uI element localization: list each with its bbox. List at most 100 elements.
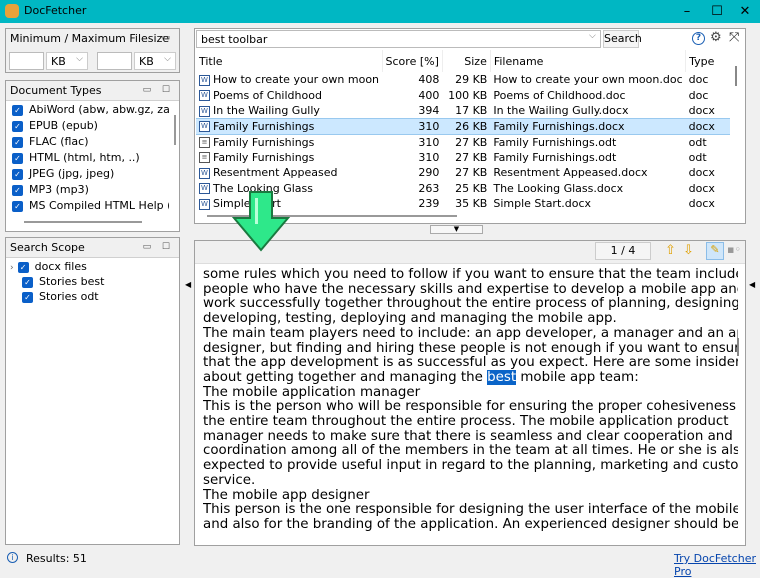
cell-size: 27 KB: [455, 135, 488, 149]
checkbox-checked-icon[interactable]: ✓: [17, 261, 29, 273]
table-row[interactable]: ≡ Family Furnishings 310 27 KB Family Furnis…: [196, 134, 730, 150]
column-header[interactable]: Score [%]: [382, 50, 443, 72]
min-filesize-input[interactable]: [9, 52, 44, 70]
chevron-down-icon: ⌵: [164, 54, 171, 64]
panel-title: Document Types: [10, 84, 102, 97]
scrollbar-vertical[interactable]: [174, 115, 176, 145]
document-type-item[interactable]: ✓MS Compiled HTML Help (chm: [6, 198, 169, 213]
scope-item[interactable]: ✓ Stories odt: [6, 289, 179, 304]
cell-filename: In the Wailing Gully.docx: [493, 104, 629, 117]
search-match-highlight: best: [487, 369, 517, 385]
column-header[interactable]: Title: [196, 50, 383, 72]
collapse-right-icon[interactable]: ◀: [749, 280, 755, 289]
table-row[interactable]: W Poems of Childhood 400 100 KB Poems of Chi…: [196, 88, 730, 104]
search-input[interactable]: best toolbar: [196, 30, 601, 48]
word-file-icon: W: [199, 74, 210, 86]
document-type-item[interactable]: ✓AbiWord (abw, abw.gz, zabw): [6, 102, 169, 118]
results-table-container: Title Score [%] Size Filename Type W How to cr…: [196, 50, 730, 210]
checkbox-checked-icon[interactable]: ✓: [12, 200, 23, 212]
try-pro-link[interactable]: Try DocFetcher Pro: [674, 552, 760, 578]
cell-type: doc: [688, 73, 709, 87]
column-header[interactable]: Filename: [490, 50, 687, 72]
html-preview-icon[interactable]: ▪◦: [727, 243, 741, 256]
column-header[interactable]: Size: [442, 50, 491, 72]
text-line: manager needs to make sure that there is…: [203, 428, 733, 444]
checkbox-checked-icon[interactable]: ✓: [22, 276, 33, 288]
text-line: developing, testing, deploying and manag…: [203, 311, 617, 327]
cell-filename: Resentment Appeased.docx: [493, 166, 648, 180]
previous-occurrence-icon[interactable]: ⇧: [665, 243, 676, 258]
search-button[interactable]: Search: [603, 30, 642, 48]
panel-window-buttons[interactable]: ▭ ☐: [143, 242, 174, 252]
text-line: that the app development is as successfu…: [203, 355, 738, 371]
maximize-button[interactable]: ☐: [702, 2, 732, 21]
column-header[interactable]: Type: [686, 50, 730, 72]
app-logo-icon: [5, 4, 19, 18]
info-icon: i: [7, 552, 18, 563]
document-type-item[interactable]: ✓ EPUB (epub): [6, 118, 169, 134]
maximize-pane-icon[interactable]: ⤧: [729, 30, 739, 45]
cell-filename: Family Furnishings.docx: [493, 119, 625, 133]
collapse-left-icon[interactable]: ◀: [185, 280, 191, 289]
minimize-panel-icon[interactable]: ▭: [161, 33, 174, 43]
results-scrollbar[interactable]: [735, 66, 737, 86]
text-line: The mobile application manager: [203, 384, 421, 400]
table-row[interactable]: ≡ Family Furnishings 310 27 KB Family Furnis…: [196, 150, 730, 166]
text-line: work successfully together throughout th…: [203, 296, 738, 312]
table-row[interactable]: W Family Furnishings 310 26 KB Family Furnis…: [196, 118, 730, 135]
cell-title: Resentment Appeased: [213, 166, 338, 180]
table-row[interactable]: W How to create your own moon 408 29 KB How …: [196, 72, 730, 88]
document-type-item[interactable]: ✓ MP3 (mp3): [6, 182, 169, 198]
preview-scrollbar[interactable]: [737, 338, 739, 356]
document-type-item[interactable]: ✓ FLAC (flac): [6, 134, 169, 150]
highlight-toggle-icon[interactable]: ✎: [706, 242, 724, 260]
cell-filename: Poems of Childhood.doc: [493, 88, 626, 102]
chevron-right-icon[interactable]: ›: [10, 263, 14, 273]
cell-filename: The Looking Glass.docx: [493, 181, 624, 195]
text-line: designer, but finding and hiring these p…: [203, 340, 738, 356]
help-icon[interactable]: ?: [692, 32, 705, 45]
cell-title: Family Furnishings: [213, 150, 315, 164]
chevron-down-icon[interactable]: ⌵: [589, 31, 596, 41]
text-line: coordination among all of the members in…: [203, 443, 738, 459]
next-occurrence-icon[interactable]: ⇩: [683, 243, 694, 258]
table-row[interactable]: W In the Wailing Gully 394 17 KB In the Wail…: [196, 103, 730, 119]
checkbox-checked-icon[interactable]: ✓: [12, 152, 23, 164]
splitter-toggle-button[interactable]: ▼: [430, 225, 483, 234]
text-line: people who have the necessary skills and…: [203, 281, 738, 297]
scope-item[interactable]: ✓ Stories best: [6, 274, 179, 289]
cell-type: odt: [688, 150, 707, 164]
text-line: service.: [203, 472, 256, 488]
checkbox-checked-icon[interactable]: ✓: [12, 184, 23, 196]
min-unit-select[interactable]: KB ⌵: [46, 52, 88, 70]
word-file-icon: W: [199, 198, 210, 210]
document-type-item[interactable]: ✓ HTML (html, htm, ..): [6, 150, 169, 166]
checkbox-checked-icon[interactable]: ✓: [12, 168, 23, 180]
close-button[interactable]: ✕: [730, 2, 760, 21]
cell-type: docx: [688, 181, 715, 195]
document-types-panel: Document Types ▭ ☐ ✓ AbiWord (abw, abw.gz,…: [5, 80, 180, 232]
max-unit-select[interactable]: KB ⌵: [134, 52, 176, 70]
minimize-button[interactable]: –: [672, 2, 702, 21]
document-type-item[interactable]: ✓ JPEG (jpg, jpeg): [6, 166, 169, 182]
odt-file-icon: ≡: [199, 137, 210, 148]
word-file-icon: W: [199, 167, 210, 179]
text-line: and also for the branding of the applica…: [203, 516, 738, 532]
checkbox-checked-icon[interactable]: ✓: [22, 291, 33, 303]
title-bar: DocFetcher – ☐ ✕: [0, 0, 760, 23]
checkbox-checked-icon[interactable]: ✓: [12, 120, 23, 132]
checkbox-checked-icon[interactable]: ✓: [12, 104, 23, 116]
table-row[interactable]: W Resentment Appeased 290 27 KB Resentment A…: [196, 165, 730, 181]
results-count: Results: 51: [26, 552, 87, 565]
text-line: This is the person who will be responsib…: [203, 399, 738, 415]
cell-score: 310: [418, 135, 440, 149]
max-filesize-input[interactable]: [97, 52, 132, 70]
cell-filename: Family Furnishings.odt: [493, 135, 617, 149]
scrollbar-horizontal[interactable]: [24, 221, 142, 223]
preferences-icon[interactable]: ⚙: [710, 30, 722, 45]
text-line: about getting together and managing the …: [203, 369, 639, 385]
word-file-icon: W: [199, 183, 210, 195]
checkbox-checked-icon[interactable]: ✓: [12, 136, 23, 148]
panel-window-buttons[interactable]: ▭ ☐: [143, 85, 174, 95]
scope-item[interactable]: › ✓ docx files: [6, 259, 179, 274]
